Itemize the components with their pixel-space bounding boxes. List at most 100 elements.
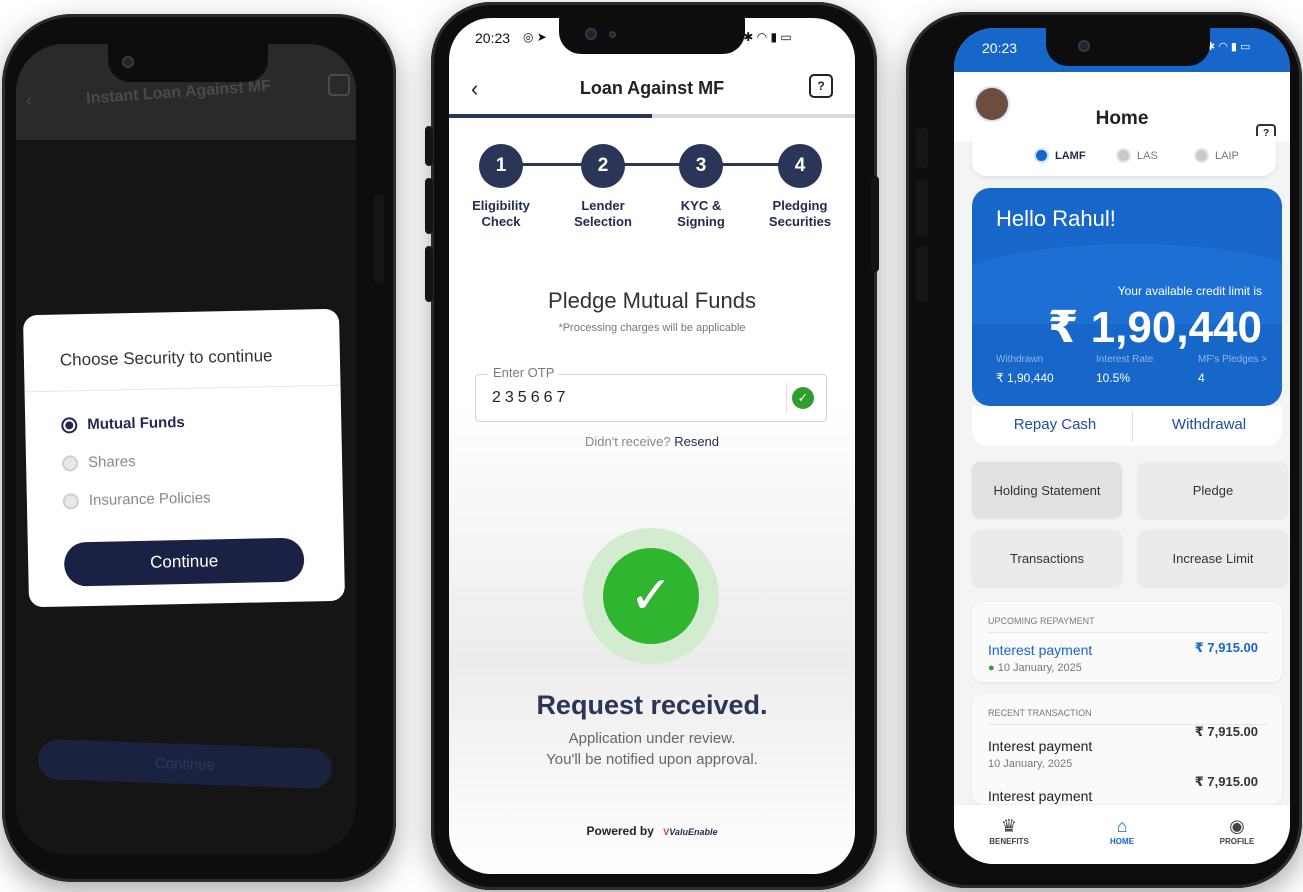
success-message: You'll be notified upon approval. [546, 751, 758, 768]
repayment-amount: ₹ 7,915.00 [1194, 640, 1258, 655]
credit-caption: Your available credit limit is [1117, 284, 1262, 298]
divider [24, 384, 341, 393]
transaction-amount: ₹ 7,915.00 [1194, 774, 1258, 789]
transaction-label[interactable]: Interest payment [988, 788, 1092, 804]
step-number: 2 [581, 144, 625, 188]
credit-actions: Repay Cash Withdrawal [972, 406, 1282, 446]
step-pledging-securities: 4 Pledging Securities [756, 144, 844, 230]
holding-statement-button[interactable]: Holding Statement [972, 462, 1122, 518]
otp-value[interactable]: 235667 [492, 389, 569, 407]
step-kyc-signing: 3 KYC & Signing [657, 144, 745, 230]
resend-link[interactable]: Resend [674, 434, 719, 449]
top-bar: ‹ Loan Against MF ? [449, 58, 855, 116]
resend-prompt: Didn't receive? [584, 434, 671, 449]
step-number: 4 [778, 144, 822, 188]
step-label: KYC & [680, 198, 722, 213]
back-icon[interactable]: ‹ [26, 90, 32, 111]
help-icon[interactable] [328, 74, 350, 96]
step-label: Check [481, 214, 521, 229]
option-insurance-policies[interactable]: Insurance Policies [62, 489, 211, 510]
continue-button[interactable]: Continue [63, 537, 305, 587]
option-mutual-funds[interactable]: Mutual Funds [61, 414, 185, 434]
stat-mf-pledges[interactable]: MF's Pledges > 4 [1198, 354, 1267, 385]
otp-label: Enter OTP [488, 365, 560, 380]
stat-value: 10.5% [1096, 371, 1131, 385]
step-lender-selection: 2 Lender Selection [559, 144, 647, 230]
check-icon: ✓ [792, 387, 814, 409]
side-button [425, 126, 433, 166]
tab-label: LAIP [1215, 149, 1239, 162]
upcoming-repayment-card: UPCOMING REPAYMENT Interest payment ● 10… [972, 602, 1282, 682]
processing-note: *Processing charges will be applicable [558, 322, 746, 334]
stat-value: ₹ 1,90,440 [996, 371, 1054, 385]
radio-selected-icon [1034, 148, 1049, 163]
divider [988, 632, 1268, 633]
step-label: Lender [581, 198, 625, 213]
side-button [871, 176, 879, 272]
side-button [916, 128, 928, 168]
otp-field[interactable]: Enter OTP 235667 ✓ [475, 365, 827, 422]
status-time: 20:23 [982, 40, 1018, 56]
side-button [916, 180, 928, 236]
option-shares[interactable]: Shares [61, 453, 136, 472]
tab-las[interactable]: LAS [1116, 148, 1158, 163]
nav-benefits[interactable]: ♛ BENEFITS [974, 815, 1044, 846]
phone2-screen: 20:23 ◎ ➤ ⏰ ✱ ◠ ▮ ▭ ‹ Loan Against MF ? … [449, 18, 855, 874]
transactions-button[interactable]: Transactions [972, 530, 1122, 586]
option-label: Insurance Policies [88, 489, 211, 509]
greeting: Hello Rahul! [996, 206, 1116, 231]
step-label: Eligibility [472, 198, 530, 213]
step-label: Signing [677, 214, 725, 229]
radio-selected-icon[interactable] [61, 416, 78, 434]
phone-mockup-left: ‹ Instant Loan Against MF Choose Securit… [2, 14, 396, 882]
powered-by: Powered by VValuEnable [449, 824, 855, 838]
phone-mockup-right: 20:23 ✱ ◠ ▮ ▭ Home ? LAMF LAS LAIP Hello… [906, 12, 1302, 888]
stat-label: Withdrawn [996, 354, 1044, 365]
phone1-screen: ‹ Instant Loan Against MF Choose Securit… [16, 44, 356, 854]
security-tabs: LAMF LAS LAIP [972, 136, 1276, 176]
phone3-screen: 20:23 ✱ ◠ ▮ ▭ Home ? LAMF LAS LAIP Hello… [954, 28, 1290, 864]
tab-label: LAS [1137, 149, 1158, 162]
radio-icon[interactable] [61, 454, 79, 472]
header [954, 72, 1290, 142]
transaction-label[interactable]: Interest payment [988, 738, 1092, 754]
stat-interest-rate: Interest Rate 10.5% [1096, 354, 1153, 385]
page-title: Instant Loan Against MF [85, 77, 272, 108]
status-time: 20:23 [475, 30, 511, 46]
status-system-icons: ✱ ◠ ▮ ▭ [1206, 41, 1251, 53]
camera-icon [1078, 40, 1090, 52]
step-label: Securities [768, 214, 832, 229]
notch [1046, 28, 1210, 66]
nav-home[interactable]: ⌂ HOME [1087, 815, 1157, 846]
side-button [374, 194, 384, 284]
nav-label: BENEFITS [989, 837, 1029, 846]
progress-bar [449, 114, 855, 118]
divider [786, 383, 787, 413]
increase-limit-button[interactable]: Increase Limit [1138, 530, 1288, 586]
nav-label: PROFILE [1219, 837, 1255, 846]
modal-title: Choose Security to continue [59, 346, 273, 370]
repay-cash-button[interactable]: Repay Cash [978, 416, 1132, 433]
radio-icon[interactable] [62, 492, 80, 510]
repayment-label[interactable]: Interest payment [988, 642, 1092, 658]
valuenable-logo: VValuEnable [663, 827, 718, 837]
home-icon: ⌂ [1116, 816, 1128, 836]
notch [559, 18, 745, 54]
status-dot-icon: ● [988, 662, 998, 674]
tab-lamf[interactable]: LAMF [1034, 148, 1086, 163]
withdrawal-button[interactable]: Withdrawal [1132, 416, 1286, 433]
side-button [425, 178, 433, 234]
nav-profile[interactable]: ◉ PROFILE [1202, 815, 1272, 846]
card-caption: UPCOMING REPAYMENT [988, 616, 1095, 626]
page-title: Loan Against MF [579, 78, 725, 98]
help-icon[interactable]: ? [809, 74, 833, 98]
success-title: Request received. [536, 690, 768, 720]
powered-by-label: Powered by [586, 824, 654, 838]
tab-laip[interactable]: LAIP [1194, 148, 1239, 163]
pledge-button[interactable]: Pledge [1138, 462, 1288, 518]
step-number: 3 [679, 144, 723, 188]
step-eligibility-check: 1 Eligibility Check [457, 144, 545, 230]
step-label: Pledging [772, 198, 828, 213]
credit-amount: ₹ 1,90,440 [1047, 303, 1262, 352]
section-heading: Pledge Mutual Funds [548, 288, 756, 313]
